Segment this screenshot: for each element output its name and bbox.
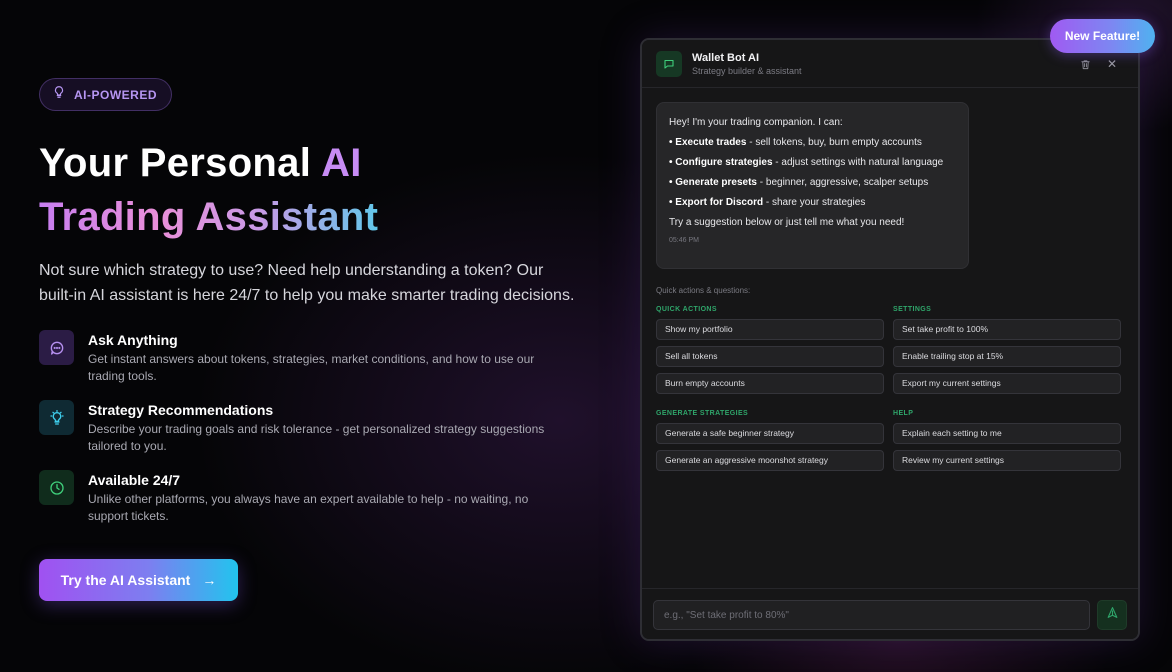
section-settings: SETTINGS (893, 306, 932, 313)
landing-page: AI-POWERED Your Personal AI Trading Assi… (0, 0, 1172, 672)
trash-icon[interactable] (1078, 57, 1092, 71)
clock-icon (39, 470, 74, 505)
message-item-text: - adjust settings with natural language (772, 157, 944, 168)
feature-title: Strategy Recommendations (88, 402, 274, 418)
generate-beginner-strategy[interactable]: Generate a safe beginner strategy (656, 423, 884, 444)
feature-title: Ask Anything (88, 332, 178, 348)
title-line-2: Trading Assistant (39, 195, 379, 239)
title-highlight: AI (321, 141, 362, 185)
message-outro: Try a suggestion below or just tell me w… (669, 217, 905, 228)
feature-available-24-7: Available 24/7 Unlike other platforms, y… (39, 470, 579, 540)
send-icon (1106, 606, 1119, 624)
message-item-bold: • Generate presets (669, 177, 757, 188)
intro-paragraph: Not sure which strategy to use? Need hel… (39, 262, 575, 304)
message-timestamp: 05:46 PM (669, 237, 699, 244)
message-item-bold: • Execute trades (669, 137, 747, 148)
assistant-message: Hey! I'm your trading companion. I can: … (656, 102, 969, 269)
message-item-bold: • Export for Discord (669, 197, 764, 208)
new-feature-badge: New Feature! (1050, 19, 1155, 53)
feature-description: Get instant answers about tokens, strate… (88, 352, 535, 383)
section-generate-strategies: GENERATE STRATEGIES (656, 410, 749, 417)
section-quick-actions: QUICK ACTIONS (656, 306, 717, 313)
chat-window: Wallet Bot AI Strategy builder & assista… (640, 38, 1140, 641)
bot-subtitle: Strategy builder & assistant (692, 66, 802, 76)
feature-title: Available 24/7 (88, 472, 181, 488)
lightbulb-icon (39, 400, 74, 435)
help-explain-settings[interactable]: Explain each setting to me (893, 423, 1121, 444)
message-intro: Hey! I'm your trading companion. I can: (669, 117, 843, 128)
generate-moonshot-strategy[interactable]: Generate an aggressive moonshot strategy (656, 450, 884, 471)
send-button[interactable] (1097, 600, 1127, 630)
ai-powered-badge: AI-POWERED (39, 78, 172, 111)
message-item-text: - sell tokens, buy, burn empty accounts (746, 137, 922, 148)
feature-list: Ask Anything Get instant answers about t… (39, 330, 579, 540)
message-item: • Export for Discord - share your strate… (669, 196, 956, 210)
lightbulb-icon (52, 85, 66, 104)
title-prefix: Your Personal (39, 141, 322, 185)
badge-label: AI-POWERED (74, 87, 157, 102)
chat-bot-icon (656, 51, 682, 77)
help-review-settings[interactable]: Review my current settings (893, 450, 1121, 471)
setting-trailing-stop[interactable]: Enable trailing stop at 15% (893, 346, 1121, 367)
try-ai-assistant-button[interactable]: Try the AI Assistant → (39, 559, 238, 601)
chat-bubble-icon (39, 330, 74, 365)
message-item-text: - share your strategies (763, 197, 866, 208)
arrow-right-icon: → (202, 572, 217, 588)
message-item: • Execute trades - sell tokens, buy, bur… (669, 136, 956, 150)
setting-take-profit[interactable]: Set take profit to 100% (893, 319, 1121, 340)
title-line-1: Your Personal AI (39, 141, 362, 185)
page-title: Your Personal AI Trading Assistant (39, 136, 378, 244)
setting-export[interactable]: Export my current settings (893, 373, 1121, 394)
section-help: HELP (893, 410, 914, 417)
message-item: • Configure strategies - adjust settings… (669, 156, 956, 170)
quick-burn-empty-accounts[interactable]: Burn empty accounts (656, 373, 884, 394)
quick-actions-caption: Quick actions & questions: (656, 286, 751, 295)
cta-label: Try the AI Assistant (60, 572, 191, 588)
feature-description: Unlike other platforms, you always have … (88, 492, 529, 523)
message-item-text: - beginner, aggressive, scalper setups (757, 177, 929, 188)
chat-footer (642, 588, 1138, 639)
quick-sell-all-tokens[interactable]: Sell all tokens (656, 346, 884, 367)
chat-input[interactable] (653, 600, 1090, 630)
close-icon[interactable]: ✕ (1105, 57, 1119, 71)
feature-description: Describe your trading goals and risk tol… (88, 422, 545, 453)
message-item: • Generate presets - beginner, aggressiv… (669, 176, 956, 190)
message-item-bold: • Configure strategies (669, 157, 773, 168)
feature-strategy-recommendations: Strategy Recommendations Describe your t… (39, 400, 579, 470)
feature-ask-anything: Ask Anything Get instant answers about t… (39, 330, 579, 400)
quick-show-portfolio[interactable]: Show my portfolio (656, 319, 884, 340)
bot-name: Wallet Bot AI (692, 52, 760, 64)
